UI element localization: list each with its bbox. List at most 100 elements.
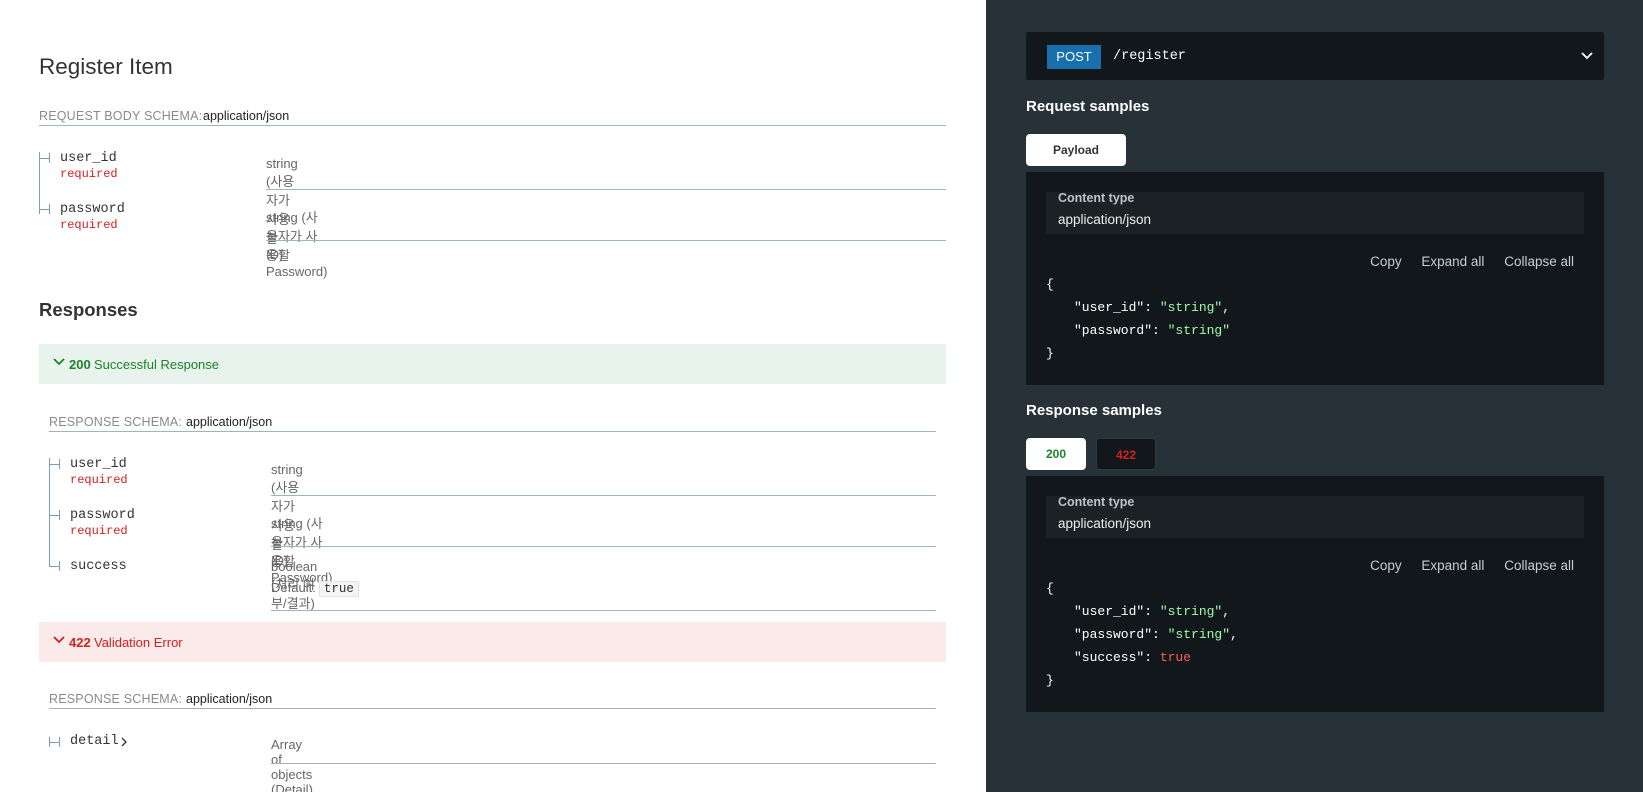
response-content-type: application/json	[186, 692, 273, 706]
prop-name: success	[70, 559, 127, 574]
page-title: Register Item	[39, 54, 173, 79]
chevron-down-icon	[53, 636, 65, 644]
divider	[271, 546, 936, 547]
json-line: "password": "string",	[1074, 627, 1238, 642]
required-label: required	[60, 218, 118, 232]
tree-line	[49, 566, 59, 567]
collapse-all-button[interactable]: Collapse all	[1504, 254, 1574, 269]
tree-line	[59, 459, 60, 469]
tree-line	[49, 464, 59, 465]
json-key: "password"	[1074, 323, 1153, 338]
chevron-right-icon[interactable]	[121, 737, 128, 747]
tab-response-422[interactable]: 422	[1096, 438, 1156, 470]
response-sample-box: Content type application/json Copy Expan…	[1026, 476, 1604, 712]
default-code: true	[318, 581, 359, 597]
content-type-box: Content type application/json	[1046, 495, 1584, 538]
response-422-toggle[interactable]: 422 Validation Error	[39, 622, 946, 662]
required-label: required	[60, 167, 118, 181]
request-body-content-type: application/json	[203, 109, 290, 123]
json-line: "password": "string"	[1074, 323, 1231, 338]
tree-line	[59, 737, 60, 747]
response-422-schema-header: RESPONSE SCHEMA: application/json	[49, 687, 936, 709]
json-string: "string"	[1167, 627, 1231, 642]
json-line: "user_id": "string",	[1074, 300, 1231, 315]
response-200-schema-header: RESPONSE SCHEMA: application/json	[49, 410, 936, 432]
json-key: "success"	[1074, 650, 1145, 665]
required-label: required	[70, 524, 128, 538]
tree-line	[49, 204, 50, 214]
divider	[271, 610, 936, 611]
expand-all-button[interactable]: Expand all	[1421, 254, 1484, 269]
content-type-box: Content type application/json	[1046, 191, 1584, 234]
http-method-badge: POST	[1047, 45, 1101, 69]
request-body-schema-header: REQUEST BODY SCHEMA: application/json	[39, 104, 946, 126]
tab-payload[interactable]: Payload	[1026, 134, 1126, 166]
documentation-pane: Register Item REQUEST BODY SCHEMA: appli…	[0, 0, 986, 792]
samples-panel: POST /register Request samples Payload C…	[986, 0, 1643, 792]
chevron-down-icon	[1581, 52, 1593, 60]
endpoint-toggle[interactable]: POST /register	[1026, 32, 1604, 80]
json-string: "string"	[1159, 604, 1223, 619]
collapse-all-button[interactable]: Collapse all	[1504, 558, 1574, 573]
response-schema-label: RESPONSE SCHEMA:	[49, 415, 183, 429]
prop-name: password	[60, 202, 125, 217]
json-brace: }	[1046, 346, 1054, 361]
tree-line	[49, 153, 50, 163]
content-type-value: application/json	[1058, 516, 1152, 531]
sample-actions: Copy Expand all Collapse all	[1354, 558, 1574, 573]
request-json-sample: { "user_id": "string", "password": "stri…	[1046, 273, 1230, 365]
tree-line	[49, 458, 50, 469]
sample-actions: Copy Expand all Collapse all	[1354, 254, 1574, 269]
response-code: 422	[69, 635, 91, 650]
tree-line	[59, 510, 60, 520]
json-brace: {	[1046, 581, 1054, 596]
prop-type: Array of objects (Detail)	[271, 737, 313, 792]
json-key: "user_id"	[1074, 604, 1145, 619]
json-brace: }	[1046, 673, 1054, 688]
expand-all-button[interactable]: Expand all	[1421, 558, 1484, 573]
endpoint-path: /register	[1113, 49, 1186, 64]
prop-name: user_id	[60, 151, 117, 166]
content-type-label: Content type	[1058, 495, 1135, 509]
tree-line	[49, 737, 50, 747]
chevron-down-icon	[53, 358, 65, 366]
json-key: "password"	[1074, 627, 1153, 642]
prop-name[interactable]: detail	[70, 734, 119, 749]
prop-name: password	[70, 508, 135, 523]
tree-line	[59, 561, 60, 571]
request-body-schema-label: REQUEST BODY SCHEMA:	[39, 109, 203, 123]
request-sample-box: Content type application/json Copy Expan…	[1026, 172, 1604, 385]
tab-response-200[interactable]: 200	[1026, 438, 1086, 470]
json-line: "user_id": "string",	[1074, 604, 1231, 619]
divider	[266, 240, 946, 241]
response-samples-title: Response samples	[1026, 402, 1162, 419]
content-type-label: Content type	[1058, 191, 1135, 205]
response-json-sample: { "user_id": "string", "password": "stri…	[1046, 577, 1238, 692]
json-string: "string"	[1159, 300, 1223, 315]
tree-line	[49, 742, 59, 743]
copy-button[interactable]: Copy	[1370, 254, 1402, 269]
response-label: Validation Error	[94, 635, 183, 650]
default-label: Default:	[271, 580, 316, 595]
responses-heading: Responses	[39, 299, 138, 320]
required-label: required	[70, 473, 128, 487]
json-key: "user_id"	[1074, 300, 1145, 315]
json-line: "success": true	[1074, 650, 1192, 665]
tree-line	[49, 458, 50, 566]
tree-line	[39, 158, 49, 159]
copy-button[interactable]: Copy	[1370, 558, 1402, 573]
response-200-toggle[interactable]: 200 Successful Response	[39, 344, 946, 384]
divider	[271, 495, 936, 496]
request-samples-title: Request samples	[1026, 98, 1150, 115]
json-brace: {	[1046, 277, 1054, 292]
response-schema-label: RESPONSE SCHEMA:	[49, 692, 183, 706]
response-content-type: application/json	[186, 415, 273, 429]
prop-type: string (사용자가 사용할 Password)	[266, 210, 328, 279]
json-string: "string"	[1167, 323, 1231, 338]
response-label: Successful Response	[94, 357, 220, 372]
json-boolean: true	[1159, 650, 1192, 665]
prop-name: user_id	[70, 457, 127, 472]
tree-line	[39, 209, 49, 210]
divider	[266, 189, 946, 190]
default-value: Default: true	[271, 580, 359, 597]
